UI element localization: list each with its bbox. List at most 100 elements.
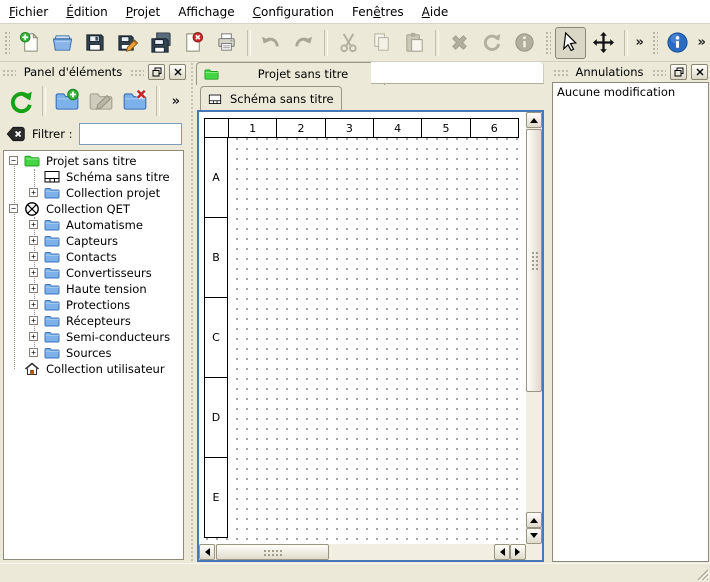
undo-history-list[interactable]: Aucune modification: [552, 82, 709, 562]
save-all-button[interactable]: [145, 27, 176, 59]
scroll-right-button[interactable]: [510, 544, 526, 560]
menu-fenetres[interactable]: Fenêtres: [343, 2, 413, 22]
save-as-button[interactable]: [112, 27, 143, 59]
expand-expander-icon[interactable]: +: [29, 220, 38, 229]
qet-icon: [24, 201, 40, 217]
tree-item-capteurs[interactable]: +Capteurs: [4, 233, 183, 249]
delete-category-button[interactable]: [118, 84, 152, 118]
titlebar-grip[interactable]: [652, 69, 667, 76]
close-panel-button[interactable]: [691, 64, 708, 80]
paste-button[interactable]: [399, 27, 430, 59]
scroll-up-button[interactable]: [526, 112, 542, 128]
project-folder-icon: [24, 153, 40, 169]
toolbar-overflow-chevron[interactable]: »: [693, 35, 709, 50]
tree-item-protections[interactable]: +Protections: [4, 297, 183, 313]
clear-filter-icon[interactable]: [6, 124, 26, 144]
menu-configuration[interactable]: Configuration: [244, 2, 343, 22]
expand-expander-icon[interactable]: +: [29, 332, 38, 341]
expand-expander-icon[interactable]: +: [29, 316, 38, 325]
expand-expander-icon[interactable]: +: [29, 268, 38, 277]
tree-item-collection-projet[interactable]: +Collection projet: [4, 185, 183, 201]
toolbar-separator: [247, 30, 251, 56]
reload-collections-button[interactable]: [4, 84, 38, 118]
select-arrow-button[interactable]: [555, 27, 586, 59]
menu-aide[interactable]: Aide: [413, 2, 458, 22]
redo-button[interactable]: [288, 27, 319, 59]
new-category-button[interactable]: [50, 84, 84, 118]
dock-splitter-left[interactable]: [189, 61, 195, 563]
resize-grip-icon[interactable]: [695, 567, 709, 581]
copy-button[interactable]: [366, 27, 397, 59]
tree-item-contacts[interactable]: +Contacts: [4, 249, 183, 265]
titlebar-grip[interactable]: [130, 69, 144, 76]
toolbar-grip[interactable]: [651, 30, 658, 56]
elements-panel-titlebar[interactable]: Panel d'éléments: [0, 63, 188, 81]
scroll-up-button-2[interactable]: [526, 512, 542, 528]
menu-affichage[interactable]: Affichage: [169, 2, 243, 22]
close-panel-button[interactable]: [169, 64, 186, 80]
undo-panel-titlebar[interactable]: Annulations: [551, 63, 710, 81]
menu-edition[interactable]: Édition: [57, 2, 117, 22]
print-button[interactable]: [211, 27, 242, 59]
titlebar-grip[interactable]: [2, 69, 16, 76]
undo-button[interactable]: [256, 27, 287, 59]
tree-item-recepteurs[interactable]: + Récepteurs: [4, 313, 183, 329]
save-button[interactable]: [79, 27, 110, 59]
delete-button[interactable]: [444, 27, 475, 59]
tree-item-collection-qet[interactable]: −Collection QET: [4, 201, 183, 217]
scroll-down-button[interactable]: [526, 528, 542, 544]
expand-expander-icon[interactable]: +: [29, 236, 38, 245]
tree-item-convertisseurs[interactable]: +Convertisseurs: [4, 265, 183, 281]
diagram-canvas[interactable]: 123456 ABCDE: [199, 112, 526, 544]
header-corner-cell: [205, 119, 229, 137]
new-document-button[interactable]: [14, 27, 45, 59]
float-panel-button[interactable]: [670, 64, 687, 80]
tab-project[interactable]: Projet sans titre: [196, 62, 385, 85]
expand-expander-icon[interactable]: +: [29, 188, 38, 197]
collapse-expander-icon[interactable]: −: [9, 204, 18, 213]
toolbar-grip[interactable]: [544, 30, 551, 56]
tree-item-collection-utilisateur[interactable]: Collection utilisateur: [4, 361, 183, 377]
expand-expander-icon[interactable]: +: [29, 284, 38, 293]
scroll-left-button-2[interactable]: [494, 544, 510, 560]
collapse-expander-icon[interactable]: −: [9, 156, 18, 165]
about-info-button[interactable]: [662, 27, 693, 59]
toolbar-grip[interactable]: [3, 30, 10, 56]
toolbar-overflow-chevron[interactable]: »: [632, 35, 648, 50]
scroll-left-button[interactable]: [199, 544, 215, 560]
horizontal-scrollbar[interactable]: [199, 544, 526, 560]
rotate-button[interactable]: [476, 27, 507, 59]
menu-projet[interactable]: Projet: [117, 2, 169, 22]
elements-panel-toolbar: »: [0, 81, 188, 121]
properties-button[interactable]: [509, 27, 540, 59]
edit-category-button[interactable]: [84, 84, 118, 118]
expand-expander-icon[interactable]: +: [29, 252, 38, 261]
filter-input[interactable]: [79, 123, 183, 145]
close-file-button[interactable]: [178, 27, 209, 59]
float-panel-button[interactable]: [148, 64, 165, 80]
panel-overflow-chevron[interactable]: »: [168, 94, 184, 109]
open-file-button[interactable]: [47, 27, 78, 59]
tab-schema[interactable]: Schéma sans titre: [200, 86, 342, 111]
cut-button[interactable]: [333, 27, 364, 59]
horizontal-scroll-thumb[interactable]: [216, 544, 329, 560]
expand-expander-icon[interactable]: +: [29, 348, 38, 357]
tree-item-projet-sans-titre[interactable]: −Projet sans titre: [4, 153, 183, 169]
vertical-scroll-thumb[interactable]: [526, 129, 542, 392]
tree-item-semi-conducteurs[interactable]: +Semi-conducteurs: [4, 329, 183, 345]
menu-fichier[interactable]: Fichier: [0, 2, 57, 22]
tree-item-sources[interactable]: +Sources: [4, 345, 183, 361]
tree-item-label: Récepteurs: [66, 314, 131, 328]
tree-item-haute-tension[interactable]: +Haute tension: [4, 281, 183, 297]
column-header-1: 1: [229, 119, 277, 137]
titleblock-icon: [44, 169, 60, 185]
tree-item-automatisme[interactable]: +Automatisme: [4, 217, 183, 233]
tree-item-schema-sans-titre[interactable]: Schéma sans titre: [4, 169, 183, 185]
expand-expander-icon[interactable]: +: [29, 300, 38, 309]
close-file-icon: [182, 31, 205, 54]
titlebar-grip[interactable]: [553, 69, 568, 76]
vertical-scrollbar[interactable]: [526, 112, 542, 544]
move-cross-button[interactable]: [588, 27, 619, 59]
schema-tab-bar: Schéma sans titre: [196, 84, 545, 110]
home-icon: [24, 361, 40, 377]
